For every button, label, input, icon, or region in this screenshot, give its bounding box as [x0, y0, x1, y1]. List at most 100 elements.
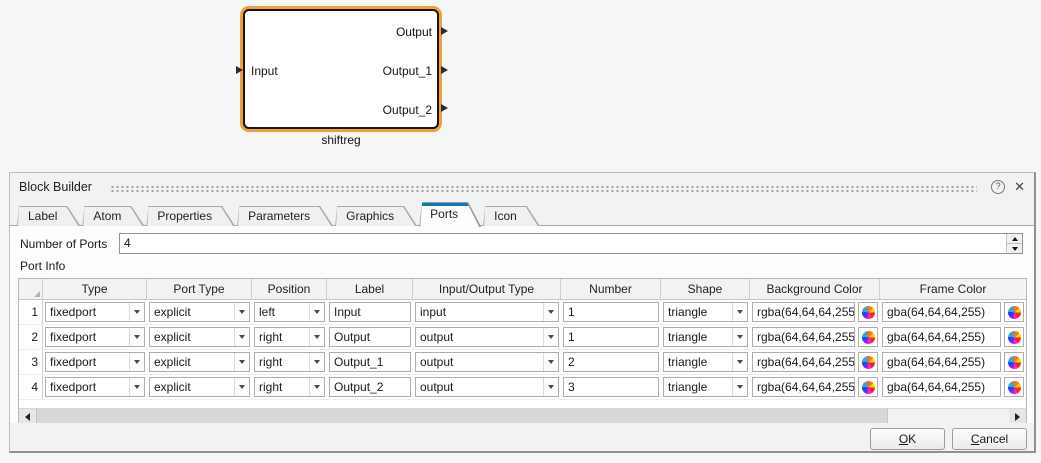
chevron-down-icon[interactable] [543, 303, 558, 321]
chevron-down-icon[interactable] [129, 353, 144, 371]
row-number[interactable]: 2 [19, 325, 43, 349]
position-combobox[interactable]: right [254, 352, 325, 372]
type-combobox[interactable]: fixedport [45, 327, 145, 347]
chevron-down-icon[interactable] [543, 378, 558, 396]
frame-color-picker-button[interactable] [1004, 327, 1024, 347]
tab-parameters[interactable]: Parameters [237, 206, 333, 226]
col-header-background-color[interactable]: Background Color [750, 279, 880, 299]
number-of-ports-value[interactable]: 4 [120, 234, 1006, 253]
background-color-field[interactable]: rgba(64,64,64,255) [752, 352, 855, 372]
col-header-number[interactable]: Number [561, 279, 661, 299]
number-field[interactable]: 1 [563, 302, 659, 322]
number-of-ports-spinbox[interactable]: 4 [119, 233, 1023, 254]
chevron-down-icon[interactable] [732, 303, 747, 321]
label-field[interactable]: Output_2 [329, 377, 411, 397]
scrollbar-track[interactable] [888, 409, 1009, 423]
tab-properties[interactable]: Properties [146, 206, 235, 226]
port-type-combobox[interactable]: explicit [149, 377, 250, 397]
frame-color-field[interactable]: gba(64,64,64,255) [882, 352, 1001, 372]
number-field[interactable]: 1 [563, 327, 659, 347]
label-field[interactable]: Output [329, 327, 411, 347]
type-combobox[interactable]: fixedport [45, 352, 145, 372]
row-number[interactable]: 4 [19, 375, 43, 399]
frame-color-picker-button[interactable] [1004, 302, 1024, 322]
close-icon[interactable]: ✕ [1014, 180, 1025, 194]
help-icon[interactable]: ? [991, 180, 1005, 194]
chevron-down-icon[interactable] [732, 378, 747, 396]
chevron-down-icon[interactable] [234, 353, 249, 371]
shiftreg-block[interactable]: Input Output Output_1 Output_2 [243, 9, 439, 129]
type-combobox[interactable]: fixedport [45, 377, 145, 397]
drag-handle-dots[interactable] [110, 185, 977, 192]
col-header-type[interactable]: Type [43, 279, 147, 299]
table-corner-button[interactable] [19, 279, 43, 299]
row-number[interactable]: 1 [19, 300, 43, 324]
background-color-field[interactable]: rgba(64,64,64,255) [752, 327, 855, 347]
chevron-down-icon[interactable] [309, 328, 324, 346]
chevron-down-icon[interactable] [732, 353, 747, 371]
type-combobox[interactable]: fixedport [45, 302, 145, 322]
chevron-down-icon[interactable] [309, 353, 324, 371]
port-type-combobox[interactable]: explicit [149, 302, 250, 322]
panel-titlebar[interactable]: Block Builder ? ✕ [10, 173, 1034, 201]
col-header-shape[interactable]: Shape [661, 279, 750, 299]
frame-color-field[interactable]: gba(64,64,64,255) [882, 327, 1001, 347]
ok-button[interactable]: OK [870, 428, 945, 450]
scrollbar-thumb[interactable] [36, 409, 888, 423]
io-type-combobox[interactable]: output [415, 352, 559, 372]
label-field[interactable]: Input [329, 302, 411, 322]
background-color-picker-button[interactable] [858, 327, 878, 347]
chevron-down-icon[interactable] [234, 303, 249, 321]
port-type-combobox[interactable]: explicit [149, 352, 250, 372]
position-combobox[interactable]: right [254, 327, 325, 347]
frame-color-picker-button[interactable] [1004, 352, 1024, 372]
horizontal-scrollbar[interactable] [19, 408, 1026, 423]
position-combobox[interactable]: left [254, 302, 325, 322]
chevron-down-icon[interactable] [309, 378, 324, 396]
tab-graphics[interactable]: Graphics [335, 206, 417, 226]
col-header-label[interactable]: Label [327, 279, 413, 299]
chevron-down-icon[interactable] [234, 328, 249, 346]
number-field[interactable]: 2 [563, 352, 659, 372]
col-header-frame-color[interactable]: Frame Color [880, 279, 1026, 299]
io-type-combobox[interactable]: output [415, 377, 559, 397]
output-port-arrow-icon[interactable] [441, 27, 448, 35]
chevron-down-icon[interactable] [543, 328, 558, 346]
label-field[interactable]: Output_1 [329, 352, 411, 372]
tab-label[interactable]: Label [17, 206, 80, 226]
col-header-port-type[interactable]: Port Type [147, 279, 252, 299]
output-2-port-arrow-icon[interactable] [441, 104, 448, 112]
chevron-down-icon[interactable] [234, 378, 249, 396]
number-field[interactable]: 3 [563, 377, 659, 397]
col-header-io-type[interactable]: Input/Output Type [413, 279, 561, 299]
row-number[interactable]: 3 [19, 350, 43, 374]
chevron-down-icon[interactable] [309, 303, 324, 321]
background-color-field[interactable]: rgba(64,64,64,255) [752, 302, 855, 322]
spin-up-button[interactable] [1007, 234, 1022, 243]
frame-color-field[interactable]: gba(64,64,64,255) [882, 302, 1001, 322]
shape-combobox[interactable]: triangle [663, 302, 748, 322]
tab-atom[interactable]: Atom [82, 206, 144, 226]
frame-color-picker-button[interactable] [1004, 377, 1024, 397]
background-color-field[interactable]: rgba(64,64,64,255) [752, 377, 855, 397]
tab-icon[interactable]: Icon [483, 206, 540, 226]
chevron-down-icon[interactable] [732, 328, 747, 346]
background-color-picker-button[interactable] [858, 377, 878, 397]
scroll-right-button[interactable] [1009, 409, 1026, 423]
scroll-left-button[interactable] [19, 409, 36, 423]
io-type-combobox[interactable]: input [415, 302, 559, 322]
chevron-down-icon[interactable] [129, 378, 144, 396]
tab-ports[interactable]: Ports [419, 202, 481, 227]
shape-combobox[interactable]: triangle [663, 327, 748, 347]
col-header-position[interactable]: Position [252, 279, 327, 299]
shape-combobox[interactable]: triangle [663, 352, 748, 372]
background-color-picker-button[interactable] [858, 352, 878, 372]
chevron-down-icon[interactable] [543, 353, 558, 371]
port-type-combobox[interactable]: explicit [149, 327, 250, 347]
chevron-down-icon[interactable] [129, 303, 144, 321]
output-1-port-arrow-icon[interactable] [441, 66, 448, 74]
shape-combobox[interactable]: triangle [663, 377, 748, 397]
background-color-picker-button[interactable] [858, 302, 878, 322]
chevron-down-icon[interactable] [129, 328, 144, 346]
io-type-combobox[interactable]: output [415, 327, 559, 347]
